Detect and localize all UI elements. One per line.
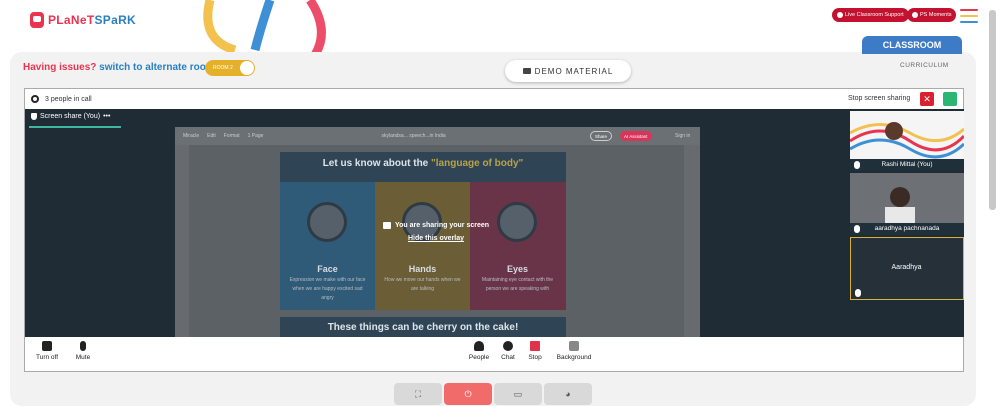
toolbar-item: Miracle	[183, 133, 200, 139]
logo-icon	[30, 12, 44, 28]
camera-icon	[42, 341, 52, 351]
call-controls: Turn off Mute People Chat Stop Backgroun…	[25, 337, 963, 371]
participant-background	[850, 122, 964, 159]
stop-share-button[interactable]: ✕	[920, 92, 934, 106]
participant-sidebar: Rashi Mittal (You) aaradhya pachnanada A…	[850, 109, 964, 337]
hide-overlay-link[interactable]: Hide this overlay	[408, 235, 523, 242]
screen-share-stage: Screen share (You) ••• Miracle Edit Form…	[25, 109, 850, 337]
palette-button[interactable]: ◕	[544, 383, 592, 405]
stop-share-label: Stop screen sharing	[848, 95, 911, 102]
face-column: Face Expression we make with our face wh…	[280, 182, 375, 310]
chat-icon	[503, 341, 513, 351]
logo-text-2: SPaRK	[94, 13, 136, 27]
scroll-thumb[interactable]	[989, 10, 996, 210]
support-icon	[837, 12, 843, 18]
meeting-window: 3 people in call Stop screen sharing ✕ S…	[24, 88, 964, 372]
ps-moments-button[interactable]: PS Moments	[907, 8, 957, 22]
stop-share-icon	[530, 341, 540, 351]
planetspark-logo[interactable]: PLaNeTSPaRK	[30, 12, 136, 28]
decorative-arcs	[203, 0, 326, 55]
ai-btn: AI Assistant	[620, 131, 652, 141]
shared-toolbar: Miracle Edit Format 1 Page skylandsa... …	[175, 127, 700, 145]
palette-icon: ◕	[565, 389, 571, 399]
screen-share-tab[interactable]: Screen share (You) •••	[28, 113, 122, 128]
doc-title: skylandsa... speech...in India	[381, 133, 446, 139]
alternate-room-link[interactable]: switch to alternate room	[99, 62, 215, 73]
toolbar-item: Format	[223, 133, 240, 139]
tab-curriculum[interactable]: CURRICULUM	[900, 62, 949, 69]
room-toggle[interactable]: ROOM 2	[205, 60, 255, 76]
background-button[interactable]: Background	[554, 341, 594, 361]
page-scrollbar[interactable]	[985, 0, 1000, 406]
fullscreen-button[interactable]: ⛶	[394, 383, 442, 405]
share-btn: Share	[590, 131, 613, 141]
toolbar-item: 1 Page	[247, 133, 264, 139]
stop-button[interactable]: Stop	[515, 341, 555, 361]
people-count: 3 people in call	[45, 95, 92, 103]
toggle-knob	[240, 61, 254, 75]
meeting-header: 3 people in call Stop screen sharing ✕	[25, 89, 963, 109]
sharing-overlay: You are sharing your screen Hide this ov…	[383, 222, 523, 262]
live-support-button[interactable]: Live Classroom Support	[832, 8, 909, 22]
participant-tile[interactable]: Rashi Mittal (You)	[850, 111, 964, 171]
face-icon	[307, 202, 347, 242]
switch-view-button[interactable]	[943, 92, 957, 106]
moments-icon	[912, 12, 918, 18]
mic-icon	[80, 341, 86, 351]
power-button[interactable]: ⏻	[444, 383, 492, 405]
folder-icon	[522, 68, 531, 74]
camera-toggle[interactable]: Turn off	[27, 341, 67, 361]
mic-toggle[interactable]: Mute	[63, 341, 103, 361]
people-icon	[474, 341, 484, 351]
hamburger-menu-icon[interactable]	[960, 9, 978, 23]
demo-material-button[interactable]: DEMO MATERIAL	[505, 60, 631, 82]
gear-icon[interactable]	[31, 95, 39, 103]
monitor-icon: ▭	[513, 388, 523, 399]
background-icon	[569, 341, 579, 351]
fullscreen-icon: ⛶	[414, 388, 422, 399]
power-icon: ⏻	[464, 388, 472, 399]
top-bar: PLaNeTSPaRK Live Classroom Support PS Mo…	[0, 0, 1000, 55]
screen-button[interactable]: ▭	[494, 383, 542, 405]
shared-right-tools	[684, 145, 700, 337]
screen-icon	[383, 222, 391, 229]
sign-in: Sign in	[675, 133, 691, 139]
tab-classroom[interactable]: CLASSROOM	[862, 36, 962, 54]
shield-icon	[31, 113, 37, 120]
mic-icon	[854, 225, 860, 233]
participant-video	[850, 173, 964, 223]
participant-tile[interactable]: aaradhya pachnanada	[850, 173, 964, 235]
slide-2-heading: These things can be cherry on the cake!	[280, 317, 566, 337]
mic-icon	[855, 289, 861, 297]
issue-banner: Having issues? switch to alternate room	[23, 62, 215, 73]
toolbar-item: Edit	[207, 133, 216, 139]
participant-tile[interactable]: Aaradhya	[850, 237, 964, 300]
shared-left-tools	[175, 145, 189, 337]
logo-text-1: PLaNeT	[48, 13, 95, 27]
mic-icon	[854, 161, 860, 169]
